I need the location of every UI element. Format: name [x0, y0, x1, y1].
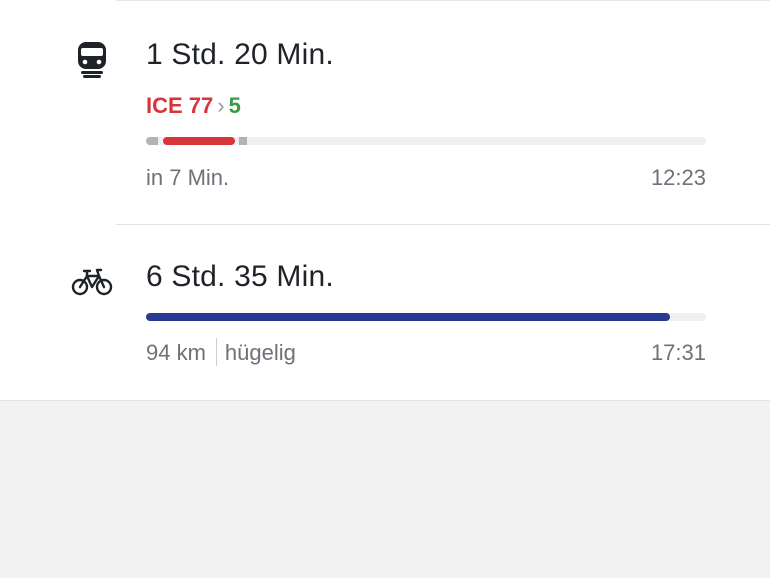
- train-icon: [78, 42, 106, 78]
- separator: [215, 338, 217, 367]
- route-option-bike[interactable]: 6 Std. 35 Min. 94 km hügelig 17:31: [0, 224, 770, 401]
- route-timeline: [146, 137, 706, 145]
- line-label-local: 5: [228, 93, 241, 118]
- route-option-train[interactable]: 1 Std. 20 Min. ICE 77 › 5 in 7 Min. 12:23: [0, 0, 770, 224]
- arrival-time: 17:31: [650, 340, 706, 365]
- travel-duration: 1 Std. 20 Min.: [146, 38, 334, 71]
- terrain: hügelig: [224, 340, 296, 365]
- arrival-time: 12:23: [650, 165, 706, 190]
- distance: 94 km: [146, 340, 206, 365]
- bike-segment: [146, 313, 670, 321]
- route-timeline: [146, 313, 706, 321]
- walk-segment: [146, 137, 158, 145]
- walk-segment: [239, 137, 247, 145]
- routes-card: 1 Std. 20 Min. ICE 77 › 5 in 7 Min. 12:23 …: [0, 0, 770, 401]
- chevron-right-icon: ›: [217, 93, 225, 118]
- bicycle-icon: [71, 268, 113, 296]
- route-details: 94 km hügelig: [146, 338, 296, 368]
- departure-info: in 7 Min.: [146, 165, 230, 190]
- line-list: ICE 77 › 5: [146, 93, 241, 119]
- ice-segment: [163, 137, 235, 145]
- travel-duration: 6 Std. 35 Min.: [146, 260, 334, 293]
- line-label-ice: ICE 77: [146, 93, 214, 118]
